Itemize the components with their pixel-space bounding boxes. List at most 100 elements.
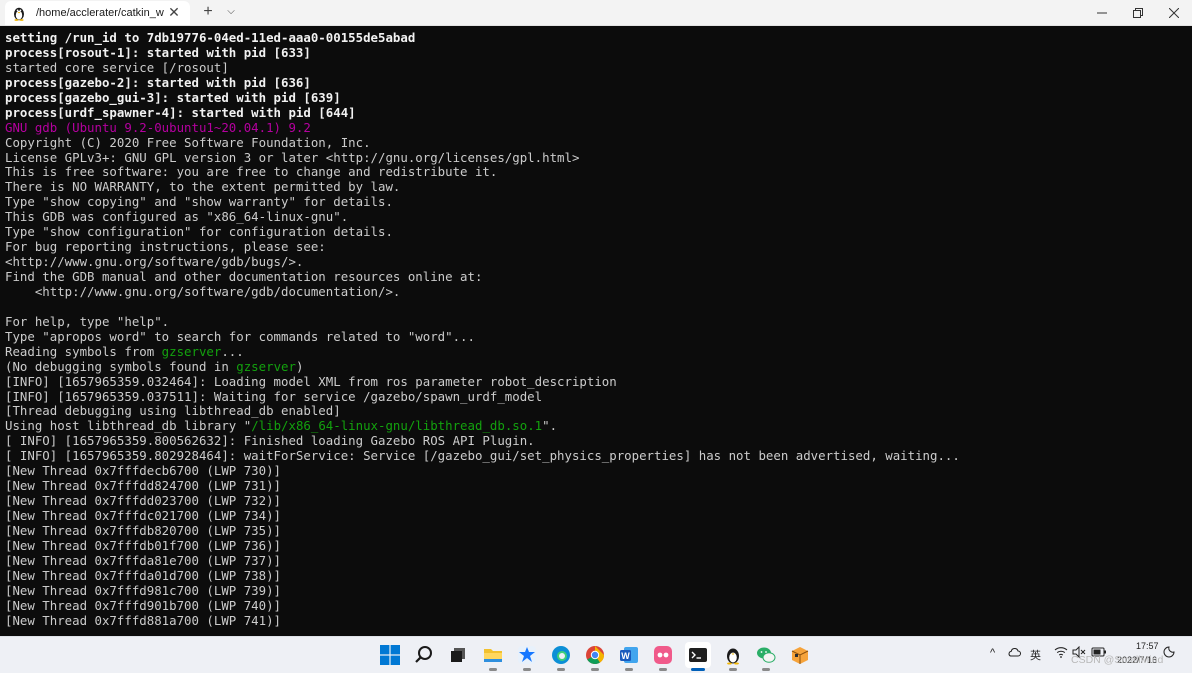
terminal-line: [New Thread 0x7fffda81e700 (LWP 737)] <box>5 552 282 568</box>
maximize-button[interactable] <box>1120 0 1156 25</box>
terminal-line: [New Thread 0x7fffdecb6700 (LWP 730)] <box>5 463 282 479</box>
running-indicator <box>659 668 667 671</box>
terminal-line: For help, type "help". <box>5 313 170 329</box>
search-button[interactable] <box>411 642 437 668</box>
terminal-line: Find the GDB manual and other documentat… <box>5 269 483 284</box>
tray-overflow-chevron[interactable]: ^ <box>990 647 995 659</box>
terminal-line: [New Thread 0x7fffdb820700 (LWP 735)] <box>5 522 282 538</box>
terminal-text: Using host libthread_db library " <box>5 418 252 434</box>
active-indicator <box>691 668 705 671</box>
wifi-icon[interactable] <box>1054 646 1068 661</box>
close-window-button[interactable] <box>1156 0 1192 25</box>
terminal-line: process[gazebo-2]: started with pid [636… <box>5 74 311 90</box>
terminal-line: process[rosout-1]: started with pid [633… <box>5 44 311 60</box>
terminal-line: This is free software: you are free to c… <box>5 164 498 180</box>
terminal-text: ". <box>542 418 558 434</box>
folder-icon <box>484 649 502 662</box>
terminal-line: For bug reporting instructions, please s… <box>5 239 326 255</box>
terminal-tab[interactable]: /home/acclerater/catkin_ws/s ✕ <box>5 1 190 25</box>
box-icon <box>791 647 809 664</box>
tab-title: /home/acclerater/catkin_ws/s <box>36 7 164 19</box>
pink-app[interactable] <box>650 642 676 671</box>
bird-icon <box>518 646 536 664</box>
terminal-line: Type "show copying" and "show warranty" … <box>5 194 393 210</box>
terminal-line: Copyright (C) 2020 Free Software Foundat… <box>5 134 371 150</box>
terminal-output[interactable]: setting /run_id to 7db19776-04ed-11ed-aa… <box>5 30 1185 631</box>
terminal-line: [New Thread 0x7fffdb01f700 (LWP 736)] <box>5 537 282 553</box>
running-indicator <box>523 668 531 671</box>
terminal-line: [New Thread 0x7fffdc021700 (LWP 734)] <box>5 508 282 523</box>
terminal-line: started core service [/rosout] <box>5 59 229 75</box>
terminal-line: [New Thread 0x7fffd901b700 (LWP 740)] <box>5 597 282 613</box>
terminal-line: [Thread debugging using libthread_db ena… <box>5 403 341 419</box>
terminal-line: [New Thread 0x7fffd881a700 (LWP 741)] <box>5 612 282 628</box>
package-app[interactable] <box>787 642 813 668</box>
terminal-line: [New Thread 0x7fffdd824700 (LWP 731)] <box>5 478 282 494</box>
taskbar: W ^ 英 17:57 2022/7/16 <box>0 636 1192 673</box>
linux-app[interactable] <box>720 642 746 671</box>
ime-indicator[interactable]: 英 <box>1030 647 1041 663</box>
terminal-line: [New Thread 0x7fffda01d700 (LWP 738)] <box>5 567 282 583</box>
terminal-line: [New Thread 0x7fffdd023700 (LWP 732)] <box>5 493 282 509</box>
minimize-button[interactable] <box>1084 0 1120 25</box>
pink-app-icon <box>654 646 672 664</box>
clock-time[interactable]: 17:57 <box>1136 641 1159 651</box>
svg-text:W: W <box>621 651 630 661</box>
wechat-app[interactable] <box>753 642 779 671</box>
terminal-line: Type "show configuration" for configurat… <box>5 224 393 240</box>
watermark: CSDN @SmallMind <box>1071 654 1164 666</box>
terminal-line: Using host libthread_db library "/lib/x8… <box>5 418 1185 434</box>
terminal-line: process[urdf_spawner-4]: started with pi… <box>5 104 356 120</box>
terminal-line: <http://www.gnu.org/software/gdb/documen… <box>5 283 401 299</box>
file-explorer-app[interactable] <box>480 642 506 671</box>
terminal-line: <http://www.gnu.org/software/gdb/bugs/>. <box>5 254 304 270</box>
highlighted-path: /lib/x86_64-linux-gnu/libthread_db.so.1 <box>251 418 543 434</box>
cloud-icon[interactable] <box>1007 646 1021 661</box>
word-icon: W <box>620 647 638 663</box>
terminal-app[interactable] <box>685 642 711 671</box>
terminal-line: [INFO] [1657965359.032464]: Loading mode… <box>5 373 617 389</box>
terminal-text: (No debugging symbols found in <box>5 358 237 374</box>
running-indicator <box>489 668 497 671</box>
running-indicator <box>591 668 599 671</box>
running-indicator <box>625 668 633 671</box>
penguin-icon <box>727 648 739 665</box>
terminal-line: Type "apropos word" to search for comman… <box>5 328 475 344</box>
feishu-app[interactable] <box>514 642 540 671</box>
tab-dropdown-button[interactable]: ⌵ <box>222 3 240 21</box>
terminal-line: [New Thread 0x7fffd981c700 (LWP 739)] <box>5 582 282 598</box>
edge-app[interactable] <box>548 642 574 671</box>
windows-logo-icon <box>380 645 400 665</box>
chrome-app[interactable] <box>582 642 608 671</box>
terminal-icon <box>689 648 707 662</box>
chrome-icon <box>586 646 604 665</box>
task-view-button[interactable] <box>445 642 471 668</box>
running-indicator <box>729 668 737 671</box>
start-button[interactable] <box>377 642 403 668</box>
terminal-line: [ INFO] [1657965359.802928464]: waitForS… <box>5 448 960 464</box>
running-indicator <box>762 668 770 671</box>
edge-icon <box>552 646 570 664</box>
terminal-line: process[gazebo_gui-3]: started with pid … <box>5 89 341 105</box>
notification-icon[interactable] <box>1163 646 1175 661</box>
restore-icon <box>1133 7 1143 18</box>
highlighted-path: gzserver <box>236 358 296 374</box>
terminal-line: [ INFO] [1657965359.800562632]: Finished… <box>5 433 535 449</box>
running-indicator <box>557 668 565 671</box>
highlighted-path: gzserver <box>161 343 222 359</box>
terminal-text: ) <box>295 358 304 374</box>
terminal-text: ... <box>221 343 244 359</box>
word-app[interactable]: W <box>616 642 642 671</box>
new-tab-button[interactable]: + <box>199 3 217 21</box>
terminal-line: [INFO] [1657965359.037511]: Waiting for … <box>5 388 543 404</box>
tab-close-button[interactable]: ✕ <box>167 5 181 19</box>
close-icon <box>1169 7 1179 18</box>
terminal-line: (No debugging symbols found in gzserver) <box>5 358 1185 375</box>
terminal-line: GNU gdb (Ubuntu 9.2-0ubuntu1~20.04.1) 9.… <box>5 119 311 135</box>
terminal-line: This GDB was configured as "x86_64-linux… <box>5 209 349 225</box>
terminal-line: There is NO WARRANTY, to the extent perm… <box>5 179 401 195</box>
search-icon <box>415 646 432 663</box>
title-bar: /home/acclerater/catkin_ws/s ✕ + ⌵ <box>0 0 1192 26</box>
terminal-line: License GPLv3+: GNU GPL version 3 or lat… <box>5 149 580 165</box>
